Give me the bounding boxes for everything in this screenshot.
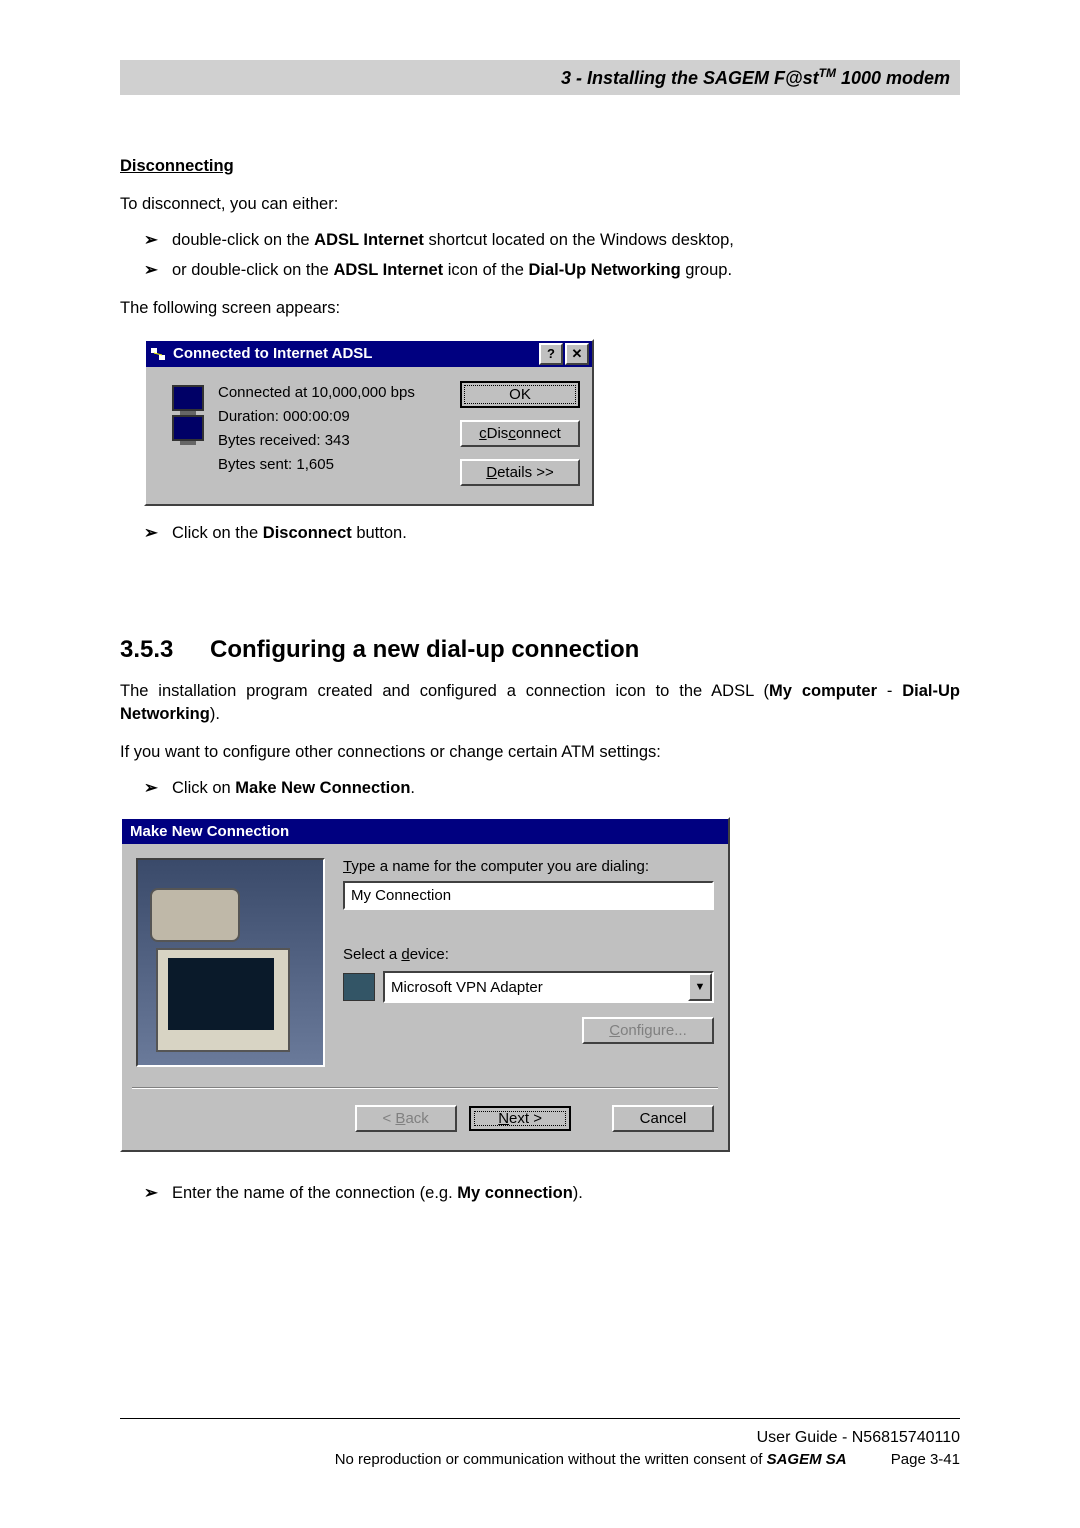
device-select-value: Microsoft VPN Adapter [385,975,688,1000]
name-field-label: Type a name for the computer you are dia… [343,858,714,875]
text-fragment: The installation program created and con… [120,682,769,700]
device-select[interactable]: Microsoft VPN Adapter ▼ [383,971,714,1003]
bytes-received: Bytes received: 343 [218,429,460,453]
footer-page-number: Page 3-41 [891,1451,960,1468]
text-fragment: ). [573,1184,583,1202]
chapter-header: 3 - Installing the SAGEM F@stTM 1000 mod… [120,60,960,95]
configure-button[interactable]: Configure... [582,1017,714,1044]
adsl-internet-label: ADSL Internet [314,231,424,249]
device-field-label: Select a device: [343,946,714,963]
monitor-icon [172,415,204,441]
details-button[interactable]: Details >> [460,459,580,486]
connected-title: Connected to Internet ADSL [173,345,537,362]
make-new-connection-dialog: Make New Connection Type a name for the … [120,817,730,1152]
text-fragment: . [410,779,415,797]
header-tm: TM [819,66,836,80]
text-fragment: shortcut located on the Windows desktop, [424,231,734,249]
connection-icon [149,346,167,362]
bullet-arrow-icon: ➢ [144,229,172,253]
following-screen-text: The following screen appears: [120,297,960,321]
bullet-click-disconnect: ➢ Click on the Disconnect button. [144,522,960,546]
bullet-make-new-connection: ➢ Click on Make New Connection. [144,777,960,801]
bullet-arrow-icon: ➢ [144,259,172,283]
wizard-titlebar: Make New Connection [122,819,728,844]
section-para1: The installation program created and con… [120,680,960,728]
header-suffix: 1000 modem [836,68,950,88]
section-para2: If you want to configure other connectio… [120,741,960,765]
footer-user-guide: User Guide - N56815740110 [120,1429,960,1447]
text-fragment: icon of the [443,261,528,279]
bullet-arrow-icon: ➢ [144,522,172,546]
section-heading: 3.5.3Configuring a new dial-up connectio… [120,636,960,664]
bullet-desktop-shortcut: ➢ double-click on the ADSL Internet shor… [144,229,960,253]
text-fragment: ). [210,705,220,723]
text-fragment: Click on the [172,524,263,542]
help-button[interactable]: ? [539,343,563,365]
text-fragment: double-click on the [172,231,314,249]
my-computer-label: My computer [769,682,877,700]
footer-sagem: SAGEM SA [767,1451,847,1468]
device-icon [343,973,375,1001]
my-connection-label: My connection [457,1184,573,1202]
cancel-button[interactable]: Cancel [612,1105,714,1132]
dropdown-button[interactable]: ▼ [688,973,712,1001]
section-number: 3.5.3 [120,636,210,664]
text-fragment: Enter the name of the connection (e.g. [172,1184,457,1202]
section-title: Configuring a new dial-up connection [210,636,639,663]
wizard-illustration [136,858,325,1067]
connection-status-icon [158,381,218,486]
dialup-networking-label: Dial-Up Networking [528,261,680,279]
close-button[interactable]: ✕ [565,343,589,365]
page-footer: User Guide - N56815740110 No reproductio… [120,1418,960,1468]
text-fragment: or double-click on the [172,261,333,279]
bullet-arrow-icon: ➢ [144,1182,172,1206]
connected-duration: Duration: 000:00:09 [218,405,460,429]
connected-titlebar: Connected to Internet ADSL ? ✕ [146,341,592,367]
disconnecting-intro: To disconnect, you can either: [120,193,960,217]
make-new-connection-label: Make New Connection [235,779,410,797]
bullet-arrow-icon: ➢ [144,777,172,801]
phone-icon [150,888,240,942]
back-button[interactable]: < Back [355,1105,457,1132]
disconnecting-heading: Disconnecting [120,155,960,179]
header-prefix: 3 - Installing the SAGEM F@st [561,68,819,88]
monitor-icon [172,385,204,411]
connected-speed: Connected at 10,000,000 bps [218,381,460,405]
ok-button[interactable]: OK [460,381,580,408]
text-fragment: Click on [172,779,235,797]
text-fragment: group. [681,261,732,279]
bullet-dialup-networking: ➢ or double-click on the ADSL Internet i… [144,259,960,283]
text-fragment: - [877,682,902,700]
adsl-internet-label: ADSL Internet [333,261,443,279]
disconnect-label: Disconnect [263,524,352,542]
disconnect-button[interactable]: cDisconnectDisconnect [460,420,580,447]
connection-name-input[interactable] [343,881,714,910]
bytes-sent: Bytes sent: 1,605 [218,453,460,477]
next-button[interactable]: Next > [469,1106,571,1131]
bullet-enter-name: ➢ Enter the name of the connection (e.g.… [144,1182,960,1206]
footer-reproduction: No reproduction or communication without… [335,1451,767,1468]
text-fragment: button. [352,524,407,542]
connected-dialog: Connected to Internet ADSL ? ✕ Connected… [144,339,594,506]
screen-icon [168,958,274,1030]
